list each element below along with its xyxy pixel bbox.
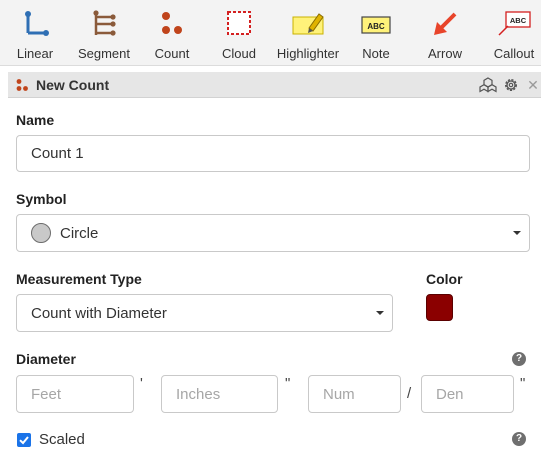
cloud-icon [227,11,251,35]
tool-note[interactable]: ABC Note [356,0,396,66]
check-icon [19,436,29,445]
tool-label: Highlighter [276,46,340,61]
symbol-select[interactable]: Circle [16,214,530,252]
panel-header: New Count ✕ [8,72,541,98]
feet-placeholder: Feet [31,385,62,403]
numerator-placeholder: Num [323,385,355,403]
color-label: Color [426,271,463,287]
chevron-down-icon [376,311,384,315]
measurement-type-label: Measurement Type [16,271,142,287]
tool-linear[interactable]: Linear [14,0,56,66]
tool-label: Cloud [222,46,256,61]
arrow-icon [434,12,457,35]
name-input-value: Count 1 [31,145,84,162]
tool-label: Count [154,46,190,61]
callout-icon: ABC [498,11,531,36]
measurement-type-select[interactable]: Count with Diameter [16,294,393,332]
name-input[interactable]: Count 1 [16,135,530,172]
linear-measure-icon [25,11,49,36]
numerator-input[interactable]: Num [308,375,401,413]
tool-label: Segment [77,46,131,61]
tool-segment[interactable]: Segment [75,0,133,66]
tool-callout[interactable]: ABC Callout [490,0,538,66]
tool-arrow[interactable]: Arrow [424,0,466,66]
denominator-mark: " [520,375,526,392]
feet-mark: ' [140,375,143,392]
symbol-select-value: Circle [60,224,99,242]
chevron-down-icon [513,231,521,235]
new-count-panel: New Count ✕ Name Count 1 Symbol Circle M… [8,72,541,462]
note-icon: ABC [361,16,391,34]
fraction-slash: / [407,385,412,402]
group-icon[interactable] [479,76,497,94]
diameter-label: Diameter [16,351,76,367]
circle-symbol-icon [31,223,51,243]
tool-count[interactable]: Count [151,0,193,66]
inches-mark: " [285,375,291,392]
tool-cloud[interactable]: Cloud [218,0,260,66]
count-icon [162,12,182,34]
scaled-label: Scaled [39,431,85,448]
scaled-help-icon[interactable]: ? [512,432,526,446]
denominator-input[interactable]: Den [421,375,514,413]
segment-measure-icon [93,10,116,36]
tool-label: Note [362,46,390,61]
highlighter-icon [292,13,324,35]
close-icon[interactable]: ✕ [524,76,541,94]
tool-label: Callout [493,46,535,61]
inches-input[interactable]: Inches [161,375,278,413]
panel-title: New Count [36,77,110,93]
callout-icon-text: ABC [510,16,527,25]
diameter-help-icon[interactable]: ? [512,352,526,366]
tool-label: Arrow [428,46,462,61]
name-label: Name [16,112,55,128]
gear-icon[interactable] [502,76,520,94]
denominator-placeholder: Den [436,385,464,403]
tool-label: Linear [16,46,54,61]
markup-toolbar: Linear Segment Count Cloud Highlighter A… [0,0,541,66]
note-icon-text: ABC [367,22,385,31]
count-icon [16,79,28,91]
inches-placeholder: Inches [176,385,221,403]
feet-input[interactable]: Feet [16,375,134,413]
tool-highlighter[interactable]: Highlighter [276,0,340,66]
color-swatch[interactable] [426,294,453,321]
measurement-type-value: Count with Diameter [31,304,167,322]
symbol-label: Symbol [16,191,67,207]
scaled-checkbox[interactable] [17,433,31,447]
